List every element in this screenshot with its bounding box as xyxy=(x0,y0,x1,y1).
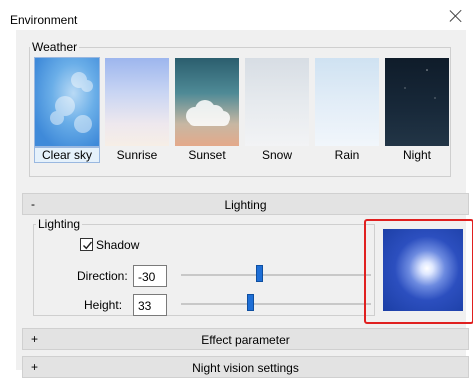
direction-slider-handle[interactable] xyxy=(256,265,263,282)
highlight-annotation xyxy=(364,219,473,324)
weather-preset-night[interactable]: Night xyxy=(385,58,449,168)
night-vision-section-header[interactable]: + Night vision settings xyxy=(22,356,469,378)
weather-preset-snow[interactable]: Snow xyxy=(245,58,309,168)
lighting-section-title: Lighting xyxy=(224,198,267,212)
direction-slider-track[interactable] xyxy=(181,274,371,276)
weather-label-night: Night xyxy=(402,148,431,162)
shadow-label: Shadow xyxy=(96,238,140,252)
checkmark-icon xyxy=(83,241,93,250)
shadow-checkbox[interactable] xyxy=(80,238,93,251)
effect-section-header[interactable]: + Effect parameter xyxy=(22,328,469,350)
night-vision-section-title: Night vision settings xyxy=(192,361,299,375)
close-icon[interactable] xyxy=(449,9,463,23)
sunset-preset-icon xyxy=(175,58,239,146)
clear-sky-preset-icon xyxy=(34,57,100,147)
effect-section-title: Effect parameter xyxy=(201,333,290,347)
weather-preset-sunset[interactable]: Sunset xyxy=(175,58,239,168)
weather-group-label: Weather xyxy=(30,40,80,54)
lighting-section-header[interactable]: - Lighting xyxy=(22,193,469,215)
weather-label-snow: Snow xyxy=(261,148,293,162)
weather-preset-sunrise[interactable]: Sunrise xyxy=(105,58,169,168)
rain-preset-icon xyxy=(315,58,379,146)
height-slider-track[interactable] xyxy=(181,303,371,305)
height-label: Height: xyxy=(84,298,123,312)
window-title: Environment xyxy=(10,13,78,27)
weather-preset-rain[interactable]: Rain xyxy=(315,58,379,168)
height-input[interactable]: 33 xyxy=(133,294,167,316)
weather-label-sunset: Sunset xyxy=(188,148,226,162)
title-bar: Environment xyxy=(0,0,473,34)
weather-label-clear-sky: Clear sky xyxy=(34,147,100,163)
weather-preset-clear-sky[interactable]: Clear sky xyxy=(34,57,100,168)
weather-label-sunrise: Sunrise xyxy=(116,148,158,162)
night-preset-icon xyxy=(385,58,449,146)
snow-preset-icon xyxy=(245,58,309,146)
direction-input[interactable]: -30 xyxy=(133,265,167,287)
lighting-group-label: Lighting xyxy=(36,217,83,231)
weather-label-rain: Rain xyxy=(334,148,360,162)
direction-label: Direction: xyxy=(77,269,128,283)
height-slider-handle[interactable] xyxy=(247,294,254,311)
sunrise-preset-icon xyxy=(105,58,169,146)
